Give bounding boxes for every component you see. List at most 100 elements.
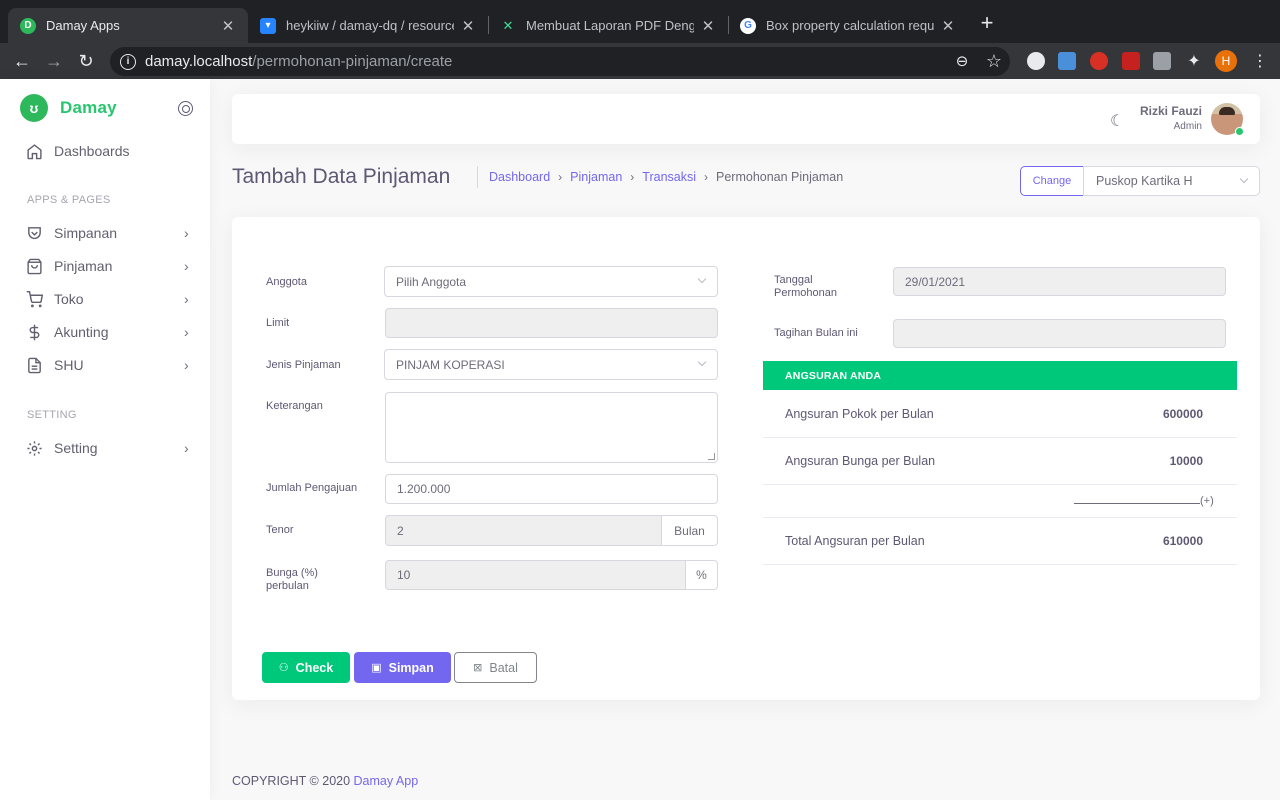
bitbucket-favicon-icon: ▾ [260,17,276,34]
site-info-icon[interactable]: i [120,53,136,70]
resize-handle-icon[interactable] [708,453,715,460]
chevron-right-icon: › [184,440,189,456]
url-path: /permohonan-pinjaman/create [252,53,453,70]
sidebar-item-dashboards[interactable]: Dashboards [26,140,194,162]
chevron-right-icon: › [184,291,189,307]
tanggal-label-line-2: Permohonan [774,287,837,299]
browser-tab-google[interactable]: G Box property calculation requir ✕ [728,8,968,43]
loan-form-card: Anggota Pilih Anggota Limit Jenis Pinjam… [232,217,1260,700]
chevron-right-icon: › [704,170,708,184]
sidebar-item-akunting[interactable]: Akunting › [26,321,194,343]
new-tab-icon[interactable]: + [977,12,997,36]
title-divider [477,166,478,188]
extension-2-icon[interactable] [1058,52,1076,70]
sidebar-item-setting[interactable]: Setting › [26,437,194,459]
angsuran-total-value: 610000 [1162,534,1203,548]
user-role: Admin [1173,121,1202,132]
jenis-pinjaman-select[interactable]: PINJAM KOPERASI [384,349,718,380]
jenis-pinjaman-label: Jenis Pinjaman [266,359,341,371]
chevron-right-icon: › [558,170,563,184]
check-button[interactable]: ⚇ Check [262,652,350,683]
extension-4-icon[interactable] [1122,52,1140,70]
browser-menu-icon[interactable]: ⋮ [1248,49,1272,73]
breadcrumb: Dashboard › Pinjaman › Transaksi › Permo… [489,170,843,184]
google-favicon-icon: G [740,17,756,34]
url-host: damay.localhost [145,53,253,70]
shopping-bag-icon [27,258,42,274]
close-tab-icon[interactable]: ✕ [940,17,956,35]
forward-arrow-icon[interactable]: → [42,49,66,73]
savings-shield-icon [28,226,41,239]
change-koperasi-button[interactable]: Change [1020,166,1084,196]
sidebar-item-shu[interactable]: SHU › [26,354,194,376]
angsuran-bunga-row: Angsuran Bunga per Bulan 10000 [763,438,1237,485]
bunga-value: 10 [397,568,411,582]
back-arrow-icon[interactable]: ← [10,49,34,73]
cancel-button[interactable]: ⊠ Batal [454,652,537,683]
user-check-icon: ⚇ [278,662,289,674]
koperasi-select[interactable]: Puskop Kartika H [1083,166,1260,196]
bookmark-star-icon[interactable]: ☆ [982,49,1006,73]
angsuran-bunga-label: Angsuran Bunga per Bulan [785,454,936,468]
close-tab-icon[interactable]: ✕ [220,17,236,35]
extensions-puzzle-icon[interactable]: ✦ [1182,49,1206,73]
angsuran-pokok-label: Angsuran Pokok per Bulan [785,407,934,421]
tab-title: Damay Apps [46,18,120,33]
tab-title: Box property calculation requir [766,18,934,33]
browser-tab-damay[interactable]: D Damay Apps ✕ [8,8,248,43]
brand-logo-icon: ʊ [20,94,48,122]
sum-line [1074,503,1200,504]
breadcrumb-pinjaman-link[interactable]: Pinjaman [570,170,622,184]
tenor-label: Tenor [266,524,294,536]
sidebar-item-simpanan[interactable]: Simpanan › [26,222,194,244]
user-name[interactable]: Rizki Fauzi [1140,104,1202,118]
bunga-label-line-2: perbulan [266,580,309,592]
copyright-text: COPYRIGHT © 2020 [232,774,354,788]
tagihan-label: Tagihan Bulan ini [774,327,858,339]
address-bar[interactable]: i damay.localhost/permohonan-pinjaman/cr… [110,47,1010,76]
tenor-unit-addon: Bulan [661,515,718,546]
sidebar-item-toko[interactable]: Toko › [26,288,194,310]
limit-label: Limit [266,317,290,329]
online-status-dot [1235,127,1244,136]
footer-app-link[interactable]: Damay App [354,774,419,788]
chevron-right-icon: › [184,324,189,340]
avatar[interactable] [1211,103,1244,136]
top-navbar: ☾ Rizki Fauzi Admin [232,94,1260,144]
chevron-down-icon [697,274,707,284]
jumlah-pengajuan-input[interactable]: 1.200.000 [385,474,718,504]
close-tab-icon[interactable]: ✕ [700,17,716,35]
sidebar-item-pinjaman[interactable]: Pinjaman › [26,255,194,277]
extension-3-icon[interactable] [1090,52,1108,70]
gear-icon [27,440,42,456]
zoom-icon[interactable]: ⊖ [950,49,974,73]
breadcrumb-transaksi-link[interactable]: Transaksi [642,170,696,184]
sidebar-collapse-icon[interactable] [178,101,193,116]
extension-1-icon[interactable] [1027,52,1045,70]
tanggal-permohonan-field: 29/01/2021 [893,267,1226,296]
jumlah-pengajuan-value: 1.200.000 [397,482,451,496]
save-button[interactable]: ▣ Simpan [354,652,451,683]
chevron-right-icon: › [630,170,635,184]
brand[interactable]: ʊ Damay [20,94,117,122]
dark-mode-moon-icon[interactable]: ☾ [1110,111,1124,131]
browser-tab-laporan[interactable]: ✕ Membuat Laporan PDF Dengan ✕ [488,8,728,43]
chevron-right-icon: › [184,258,189,274]
anggota-select[interactable]: Pilih Anggota [384,266,718,297]
sidebar-item-label: Setting [54,440,98,456]
reload-icon[interactable]: ↻ [74,49,98,73]
breadcrumb-dashboard-link[interactable]: Dashboard [489,170,550,184]
file-text-icon [28,357,41,373]
browser-tab-bitbucket[interactable]: ▾ heykiiw / damay-dq / resources ✕ [248,8,488,43]
tanggal-label-line-1: Tanggal [774,274,813,286]
dollar-sign-icon [29,324,40,340]
close-tab-icon[interactable]: ✕ [460,17,476,35]
extension-5-icon[interactable] [1153,52,1171,70]
profile-avatar[interactable]: H [1215,50,1237,72]
sidebar-item-label: Dashboards [54,143,130,159]
bunga-unit-addon: % [685,560,718,590]
keterangan-textarea[interactable] [385,392,718,463]
cancel-button-label: Batal [489,660,518,675]
tab-title: heykiiw / damay-dq / resources [286,18,454,33]
angsuran-pokok-value: 600000 [1162,407,1203,421]
